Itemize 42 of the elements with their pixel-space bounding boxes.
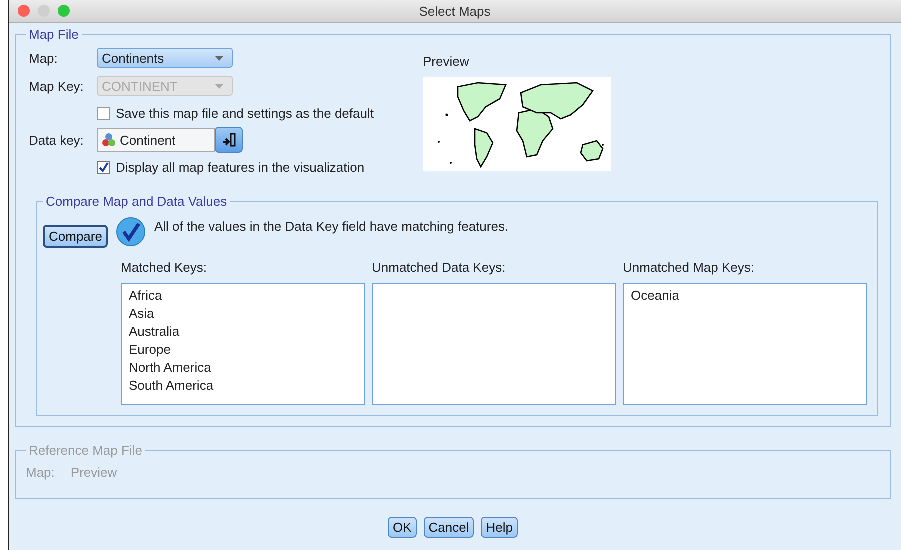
checkbox[interactable] [97, 106, 110, 120]
group-title: Reference Map File [28, 443, 144, 458]
map-dropdown[interactable]: Continents [97, 48, 233, 68]
list-item[interactable]: North America [129, 359, 357, 377]
close-button[interactable] [18, 5, 30, 17]
list-item[interactable]: Asia [129, 305, 357, 323]
key-list[interactable] [372, 283, 616, 405]
list-item[interactable]: Europe [129, 341, 357, 359]
field-label: Map: [29, 50, 59, 66]
status-message: All of the values in the Data Key field have matching features. [154, 218, 509, 234]
window-title: Select Maps [419, 4, 491, 18]
field-picker-button[interactable] [215, 127, 243, 153]
list-item[interactable]: Australia [129, 323, 357, 341]
group-title: Map File [28, 27, 80, 42]
list-item[interactable]: Africa [129, 287, 357, 305]
field-label: Data key: [29, 132, 85, 148]
caret-icon [215, 84, 224, 88]
list-title: Unmatched Map Keys: [623, 260, 756, 275]
arrow-into-field-icon [222, 133, 236, 147]
key-list[interactable]: Africa Asia Australia Europe North America South America [121, 283, 365, 405]
dialog-button[interactable]: Cancel [424, 517, 474, 538]
data-key-field[interactable]: Continent [97, 128, 215, 152]
list-item[interactable]: South America [129, 377, 357, 395]
list-title: Matched Keys: [121, 260, 208, 275]
checkbox[interactable] [97, 160, 110, 174]
key-list[interactable]: Oceania [623, 283, 867, 405]
map-value: Preview [70, 464, 118, 480]
dialog-button[interactable]: Help [481, 517, 518, 538]
compare-button[interactable]: Compare [43, 225, 108, 248]
checkbox-label: Save this map file and settings as the default [116, 106, 374, 120]
dialog-button[interactable]: OK [388, 517, 417, 538]
field-label: Map: [26, 464, 55, 480]
checkmark-icon [116, 217, 146, 247]
field-label: Map Key: [29, 78, 85, 94]
list-title: Unmatched Data Keys: [372, 260, 507, 275]
circles-icon [102, 133, 116, 147]
group-title: Compare Map and Data Values [45, 194, 228, 209]
checkbox-label: Display all map features in the visualization [116, 160, 365, 174]
list-item[interactable]: Oceania [631, 287, 859, 305]
caret-icon [215, 56, 224, 60]
preview-label: Preview [423, 54, 470, 69]
zoom-button[interactable] [58, 5, 70, 17]
